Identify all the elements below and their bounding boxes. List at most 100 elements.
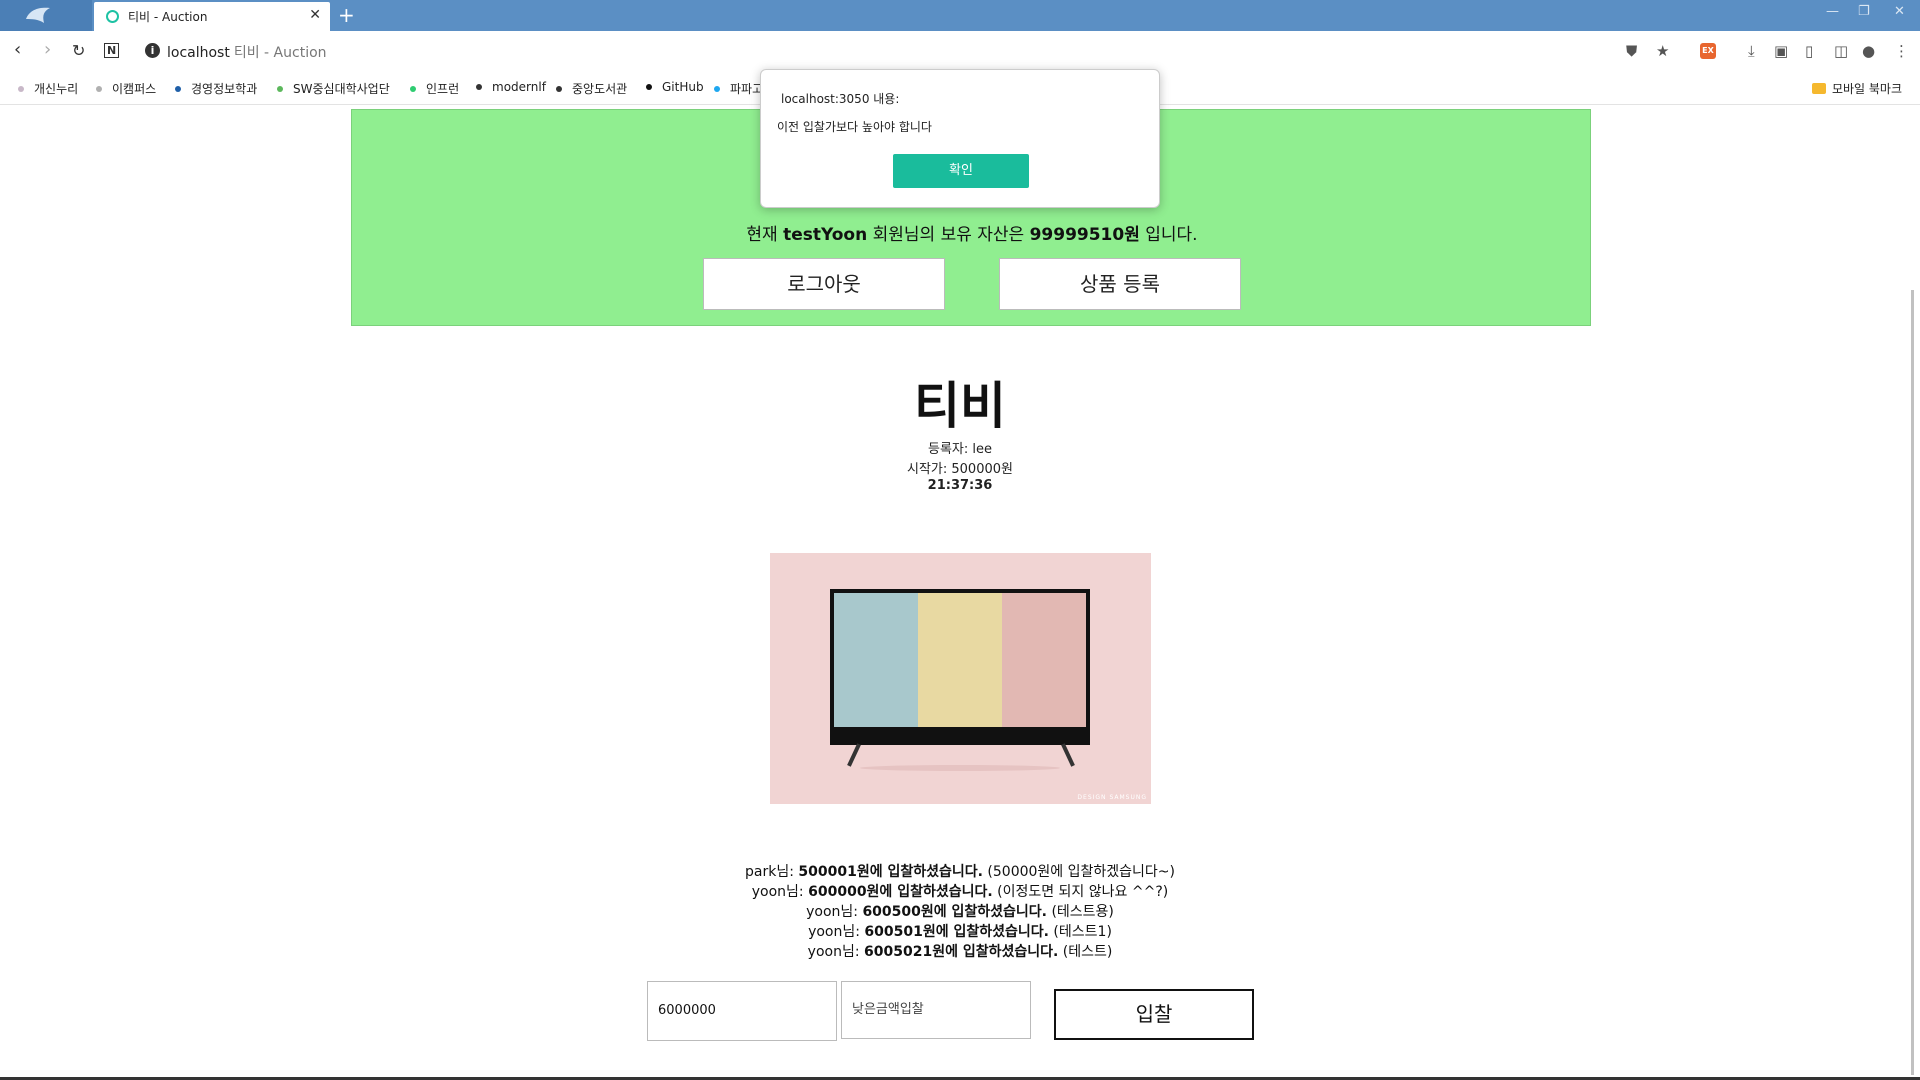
bid-amount: 6005021원에 입찰하셨습니다. bbox=[864, 944, 1059, 960]
asset-amount: 99999510원 bbox=[1029, 225, 1140, 245]
page-scrollbar[interactable] bbox=[1911, 290, 1914, 1075]
tab-close-icon[interactable]: ✕ bbox=[309, 7, 321, 23]
asset-middle: 회원님의 보유 자산은 bbox=[867, 225, 1030, 245]
bid-user: yoon님: bbox=[751, 884, 809, 900]
asset-suffix: 입니다. bbox=[1139, 225, 1198, 245]
product-owner: 등록자: lee bbox=[927, 442, 992, 457]
bid-amount: 600500원에 입찰하셨습니다. bbox=[862, 904, 1047, 920]
reload-icon[interactable]: ↻ bbox=[72, 41, 85, 60]
bookmark-favicon-icon bbox=[556, 85, 562, 92]
profile-icon[interactable]: ● bbox=[1862, 42, 1875, 60]
tv-leg bbox=[1061, 743, 1075, 767]
bookmark-label: modernlf bbox=[492, 80, 546, 94]
close-window-icon[interactable]: ✕ bbox=[1894, 4, 1905, 19]
bookmark-favicon-icon bbox=[714, 85, 720, 92]
bid-user: park님: bbox=[745, 864, 799, 880]
bid-entry: yoon님: 600501원에 입찰하셨습니다. (테스트1) bbox=[0, 922, 1920, 942]
bid-entry: yoon님: 600500원에 입찰하셨습니다. (테스트용) bbox=[0, 902, 1920, 922]
bookmark-star-icon[interactable]: ★ bbox=[1656, 42, 1669, 60]
product-title: 티비 bbox=[914, 377, 1006, 435]
bid-entry: park님: 500001원에 입찰하셨습니다. (50000원에 입찰하겠습니… bbox=[0, 862, 1920, 882]
sidebar-icon[interactable]: ◫ bbox=[1834, 42, 1848, 60]
auction-timer: 21:37:36 bbox=[927, 478, 993, 493]
bookmark-item[interactable]: SW중심대학사업단 bbox=[277, 80, 390, 97]
page-content: 현재 testYoon 회원님의 보유 자산은 99999510원 입니다. 로… bbox=[0, 106, 1920, 1076]
tv-bezel bbox=[830, 731, 1090, 745]
bid-user: yoon님: bbox=[808, 924, 865, 940]
url-field[interactable]: localhost 티비 - Auction bbox=[167, 42, 327, 62]
image-watermark: DESIGN SAMSUNG bbox=[1077, 794, 1147, 801]
bookmark-label: 개신누리 bbox=[34, 82, 79, 96]
logout-button[interactable]: 로그아웃 bbox=[703, 258, 945, 310]
minimize-icon[interactable]: — bbox=[1826, 4, 1839, 19]
bookmark-label: 이캠퍼스 bbox=[112, 82, 157, 96]
address-bar: ‹ › ↻ N i localhost 티비 - Auction ⛊ ★ ⤓ ▣ … bbox=[0, 31, 1920, 71]
bookmark-favicon-icon bbox=[476, 83, 482, 90]
back-icon[interactable]: ‹ bbox=[14, 39, 21, 60]
mobile-bookmarks-label: 모바일 북마크 bbox=[1831, 82, 1902, 96]
notion-extension-icon[interactable]: N bbox=[104, 43, 120, 58]
tab-favicon-icon bbox=[106, 10, 119, 23]
bookmark-item[interactable]: 중앙도서관 bbox=[556, 80, 627, 97]
username: testYoon bbox=[783, 225, 868, 245]
bookmark-favicon-icon bbox=[96, 85, 102, 92]
bookmark-favicon-icon bbox=[646, 83, 652, 90]
bookmark-label: 파파고 bbox=[730, 82, 764, 96]
bookmark-label: 경영정보학과 bbox=[191, 82, 258, 96]
bid-message: (테스트1) bbox=[1048, 924, 1112, 940]
reader-icon[interactable]: ▯ bbox=[1805, 42, 1813, 60]
browser-tab-active[interactable]: 티비 - Auction ✕ bbox=[94, 2, 330, 31]
register-product-button[interactable]: 상품 등록 bbox=[999, 258, 1241, 310]
mobile-bookmarks[interactable]: 모바일 북마크 bbox=[1811, 80, 1902, 97]
shield-extension-icon[interactable]: ⛊ bbox=[1626, 42, 1637, 60]
forward-icon[interactable]: › bbox=[44, 39, 51, 60]
bid-message-input[interactable]: 낮은금액입찰 bbox=[841, 981, 1031, 1039]
asset-summary: 현재 testYoon 회원님의 보유 자산은 99999510원 입니다. bbox=[352, 220, 1592, 245]
camera-icon[interactable]: ▣ bbox=[1774, 42, 1788, 60]
bid-user: yoon님: bbox=[806, 904, 863, 920]
bookmark-favicon-icon bbox=[410, 85, 416, 92]
bookmark-label: GitHub bbox=[662, 80, 704, 94]
dialog-message: 이전 입찰가보다 높아야 합니다 bbox=[777, 120, 932, 134]
tab-title: 티비 - Auction bbox=[128, 10, 208, 24]
bookmark-item[interactable]: modernlf bbox=[476, 80, 546, 94]
restore-icon[interactable]: ❐ bbox=[1858, 4, 1870, 19]
bookmark-favicon-icon bbox=[277, 85, 283, 92]
bookmark-label: 중앙도서관 bbox=[572, 82, 628, 96]
extension-red-icon[interactable]: EX bbox=[1700, 43, 1716, 59]
bookmark-label: SW중심대학사업단 bbox=[293, 82, 390, 96]
bid-message: (테스트) bbox=[1058, 944, 1113, 960]
bookmark-item[interactable]: 파파고 bbox=[714, 80, 763, 97]
bid-message: (50000원에 입찰하겠습니다~) bbox=[982, 864, 1175, 880]
bookmark-favicon-icon bbox=[18, 85, 24, 92]
bookmark-item[interactable]: 이캠퍼스 bbox=[96, 80, 156, 97]
url-page-title: 티비 - Auction bbox=[233, 45, 327, 61]
bookmark-item[interactable]: GitHub bbox=[646, 80, 704, 94]
bid-message: (테스트용) bbox=[1047, 904, 1114, 920]
bid-amount: 500001원에 입찰하셨습니다. bbox=[798, 864, 983, 880]
menu-icon[interactable]: ⋮ bbox=[1894, 42, 1909, 60]
download-icon[interactable]: ⤓ bbox=[1748, 42, 1755, 60]
bookmark-item[interactable]: 경영정보학과 bbox=[175, 80, 257, 97]
tv-shadow bbox=[860, 765, 1060, 771]
bid-submit-button[interactable]: 입찰 bbox=[1054, 989, 1254, 1040]
product-start-price: 시작가: 500000원 bbox=[907, 462, 1013, 477]
bookmark-favicon-icon bbox=[175, 85, 181, 92]
bid-history: park님: 500001원에 입찰하셨습니다. (50000원에 입찰하겠습니… bbox=[0, 862, 1920, 962]
bid-amount-input[interactable]: 6000000 bbox=[647, 981, 837, 1041]
bid-user: yoon님: bbox=[807, 944, 864, 960]
browser-titlebar: 티비 - Auction ✕ + — ❐ ✕ bbox=[0, 0, 1920, 31]
browser-logo-icon[interactable] bbox=[0, 0, 92, 31]
url-host: localhost bbox=[167, 45, 230, 61]
bid-amount: 600000원에 입찰하셨습니다. bbox=[808, 884, 993, 900]
alert-dialog: localhost:3050 내용: 이전 입찰가보다 높아야 합니다 확인 bbox=[760, 69, 1160, 208]
bookmark-item[interactable]: 개신누리 bbox=[18, 80, 78, 97]
new-tab-button[interactable]: + bbox=[338, 3, 355, 27]
site-info-icon[interactable]: i bbox=[145, 43, 160, 58]
dialog-ok-button[interactable]: 확인 bbox=[893, 154, 1029, 188]
bookmark-item[interactable]: 인프런 bbox=[410, 80, 459, 97]
product-image: DESIGN SAMSUNG bbox=[770, 553, 1151, 804]
bid-entry: yoon님: 600000원에 입찰하셨습니다. (이정도면 되지 않나요 ^^… bbox=[0, 882, 1920, 902]
bid-message: (이정도면 되지 않나요 ^^?) bbox=[992, 884, 1169, 900]
bookmark-label: 인프런 bbox=[426, 82, 460, 96]
